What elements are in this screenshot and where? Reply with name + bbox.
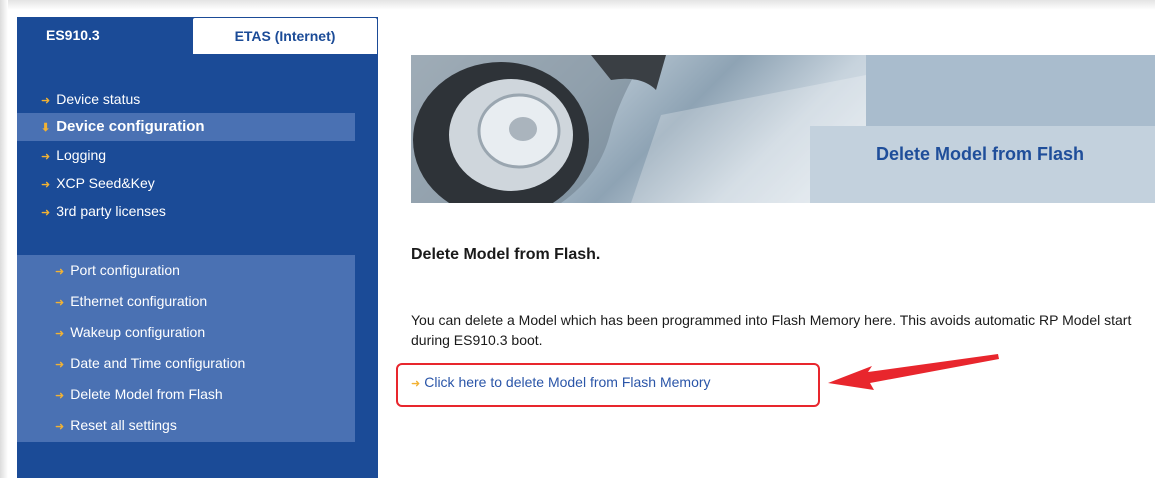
- menu-item-label: Device status: [56, 91, 141, 107]
- submenu-item-label: Port configuration: [70, 262, 180, 278]
- arrow-right-icon: ➜: [411, 378, 421, 390]
- arrow-right-icon: ➜: [41, 151, 51, 163]
- submenu-item-label: Date and Time configuration: [70, 355, 246, 371]
- menu-item-label: Logging: [56, 147, 107, 163]
- window-left-edge: [0, 0, 8, 478]
- submenu-item-label: Wakeup configuration: [70, 324, 206, 340]
- arrow-right-icon: ➜: [41, 179, 51, 191]
- banner-title: Delete Model from Flash: [876, 144, 1085, 164]
- delete-model-link[interactable]: ➜ Click here to delete Model from Flash M…: [411, 374, 711, 390]
- page-description: You can delete a Model which has been pr…: [411, 312, 1132, 348]
- menu-item-logging[interactable]: ➜ Logging: [17, 141, 355, 169]
- arrow-right-icon: ➜: [55, 266, 65, 278]
- submenu-item-delete-model-from-flash[interactable]: ➜ Delete Model from Flash: [17, 379, 355, 410]
- arrow-right-icon: ➜: [41, 207, 51, 219]
- arrow-right-icon: ➜: [55, 390, 65, 402]
- window-top-shadow: [0, 0, 1155, 10]
- delete-model-link-label: Click here to delete Model from Flash Me…: [424, 374, 711, 390]
- menu-item-label: Device configuration: [56, 118, 205, 135]
- car-wheel-icon: [411, 55, 866, 203]
- submenu-item-label: Reset all settings: [70, 417, 177, 433]
- header-banner: Delete Model from Flash: [411, 55, 1155, 203]
- submenu-item-label: Ethernet configuration: [70, 293, 208, 309]
- menu-item-xcp-seed-key[interactable]: ➜ XCP Seed&Key: [17, 169, 355, 197]
- tab-etas-internet[interactable]: ETAS (Internet): [192, 17, 378, 54]
- menu-item-device-configuration[interactable]: ⬇ Device configuration: [17, 113, 355, 141]
- arrow-right-icon: ➜: [55, 328, 65, 340]
- arrow-right-icon: ➜: [41, 95, 51, 107]
- submenu-item-reset-all-settings[interactable]: ➜ Reset all settings: [17, 410, 355, 441]
- menu-item-device-status[interactable]: ➜ Device status: [17, 85, 355, 113]
- sidebar: ES910.3 ETAS (Internet) ➜ Device status ⬇…: [17, 17, 378, 478]
- submenu-item-ethernet-configuration[interactable]: ➜ Ethernet configuration: [17, 286, 355, 317]
- arrow-down-icon: ⬇: [41, 122, 51, 134]
- device-config-submenu: ➜ Port configuration ➜ Ethernet configurat…: [17, 255, 355, 442]
- submenu-item-date-time-configuration[interactable]: ➜ Date and Time configuration: [17, 348, 355, 379]
- submenu-item-port-configuration[interactable]: ➜ Port configuration: [17, 255, 355, 286]
- arrow-right-icon: ➜: [55, 359, 65, 371]
- submenu-item-label: Delete Model from Flash: [70, 386, 223, 402]
- menu-item-label: 3rd party licenses: [56, 203, 166, 219]
- submenu-item-wakeup-configuration[interactable]: ➜ Wakeup configuration: [17, 317, 355, 348]
- arrow-right-icon: ➜: [55, 297, 65, 309]
- arrow-right-icon: ➜: [55, 421, 65, 433]
- menu-item-label: XCP Seed&Key: [56, 175, 155, 191]
- page-heading: Delete Model from Flash.: [411, 246, 601, 263]
- menu-item-3rd-party-licenses[interactable]: ➜ 3rd party licenses: [17, 197, 355, 225]
- main-menu: ➜ Device status ⬇ Device configuration ➜ Lo…: [17, 85, 355, 225]
- tab-es910[interactable]: ES910.3: [17, 17, 193, 54]
